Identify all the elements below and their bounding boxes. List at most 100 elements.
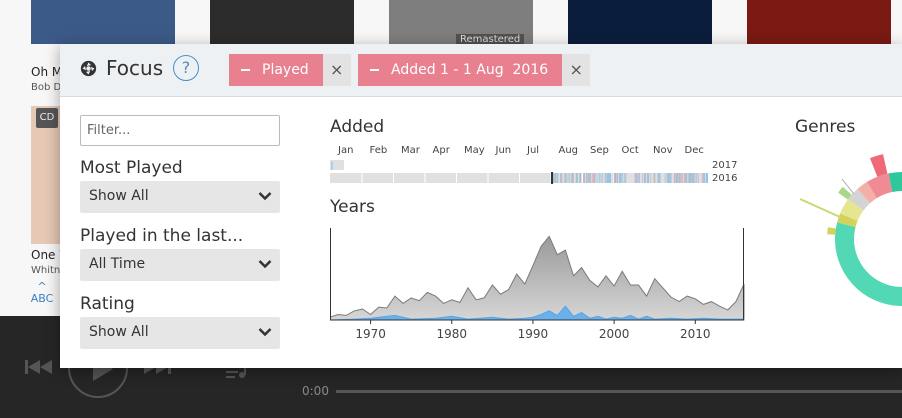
added-day-mark (579, 173, 581, 183)
filter-chip-body[interactable]: Played (229, 54, 323, 86)
added-day-mark (634, 173, 636, 183)
month-separator (519, 173, 520, 183)
month-label: Apr (432, 145, 450, 156)
help-button[interactable]: ? (173, 55, 199, 81)
chip-remove-button[interactable]: × (322, 54, 351, 86)
month-separator (393, 173, 394, 183)
added-day-mark (598, 173, 600, 183)
added-day-mark (635, 173, 637, 183)
added-day-mark (592, 173, 594, 183)
added-day-mark (619, 173, 621, 183)
added-day-mark (604, 173, 606, 183)
x-tick-label: 1990 (518, 327, 549, 341)
added-day-mark (684, 173, 686, 183)
added-day-mark (686, 173, 688, 183)
added-day-mark (584, 173, 586, 183)
added-day-mark (589, 173, 591, 183)
month-separator (456, 173, 457, 183)
cd-badge: CD (36, 108, 58, 128)
month-label: Jan (338, 145, 354, 156)
chip-remove-button[interactable]: × (562, 54, 591, 86)
added-day-mark (650, 173, 652, 183)
added-selection-marker (551, 172, 554, 184)
added-day-mark (641, 173, 643, 183)
added-day-mark (624, 173, 626, 183)
year-label: 2017 (712, 160, 738, 171)
added-day-mark (680, 173, 682, 183)
years-all-area (330, 235, 745, 321)
progress-bar[interactable] (336, 390, 902, 393)
most-played-select[interactable]: Show All (80, 181, 280, 213)
chevron-down-icon (258, 328, 272, 337)
added-day-mark (667, 173, 669, 183)
album-title[interactable]: Oh M (31, 65, 62, 79)
added-calendar[interactable] (330, 160, 710, 184)
added-day-mark (608, 173, 610, 183)
album-artist[interactable]: Bob D (31, 82, 61, 93)
added-day-mark (695, 173, 697, 183)
added-day-mark (637, 173, 639, 183)
added-day-mark (596, 173, 598, 183)
added-day-mark (688, 173, 690, 183)
select-value: All Time (89, 256, 146, 272)
years-title: Years (330, 197, 375, 217)
added-day-mark (609, 173, 611, 183)
filter-chip-played: Played × (229, 54, 351, 86)
album-cover[interactable] (210, 0, 354, 44)
filter-chip-label: Added 1 - 1 Aug 2016 (391, 62, 549, 78)
minus-icon (370, 69, 379, 71)
added-day-mark (615, 173, 617, 183)
album-cover[interactable] (747, 0, 891, 44)
added-day-mark (658, 173, 660, 183)
played-last-select[interactable]: All Time (80, 249, 280, 281)
added-day-mark (677, 173, 679, 183)
previous-track-icon[interactable] (25, 360, 53, 374)
genre-sub-slice[interactable] (827, 227, 836, 235)
album-cover[interactable] (568, 0, 712, 44)
chevron-up-icon: ^ (37, 280, 47, 293)
added-day-mark (614, 173, 616, 183)
added-title: Added (330, 117, 385, 137)
alphabet-nav[interactable]: ^ ABC (30, 280, 54, 305)
added-day-mark (682, 173, 684, 183)
added-day-mark (668, 173, 670, 183)
month-label: Nov (653, 145, 673, 156)
filter-input[interactable] (80, 115, 280, 146)
added-day-mark (587, 173, 589, 183)
added-day-mark (605, 173, 607, 183)
added-day-mark (643, 173, 645, 183)
added-day-mark (621, 173, 623, 183)
rating-select[interactable]: Show All (80, 317, 280, 349)
added-day-mark (570, 173, 572, 183)
x-tick-label: 1980 (436, 327, 467, 341)
month-separator (361, 173, 363, 183)
added-day-mark (588, 173, 590, 183)
added-day-mark (557, 173, 559, 183)
added-day-mark (675, 173, 677, 183)
added-day-mark (689, 173, 691, 183)
month-label: Oct (621, 145, 639, 156)
added-day-mark (625, 173, 627, 183)
month-label: Mar (401, 145, 420, 156)
added-day-mark (636, 173, 638, 183)
genre-sub-slice[interactable] (869, 154, 888, 177)
years-chart[interactable]: 1970 1980 1990 2000 2010 (330, 224, 750, 348)
year-label: 2016 (712, 173, 738, 184)
added-day-mark (560, 173, 562, 183)
added-day-mark (681, 173, 683, 183)
album-artist[interactable]: Whitn (31, 265, 60, 276)
month-label: Feb (369, 145, 388, 156)
added-day-mark (555, 173, 557, 183)
added-day-mark (692, 173, 694, 183)
filter-chip-body[interactable]: Added 1 - 1 Aug 2016 (358, 54, 563, 86)
added-day-mark (572, 173, 574, 183)
elapsed-time: 0:00 (302, 384, 329, 398)
added-day-mark (666, 173, 668, 183)
played-last-label: Played in the last... (80, 226, 244, 246)
album-cover[interactable] (31, 0, 175, 44)
added-day-mark (669, 173, 671, 183)
added-day-mark (617, 173, 619, 183)
genres-chart[interactable] (790, 154, 902, 314)
added-day-mark (659, 173, 661, 183)
added-day-mark (647, 173, 649, 183)
